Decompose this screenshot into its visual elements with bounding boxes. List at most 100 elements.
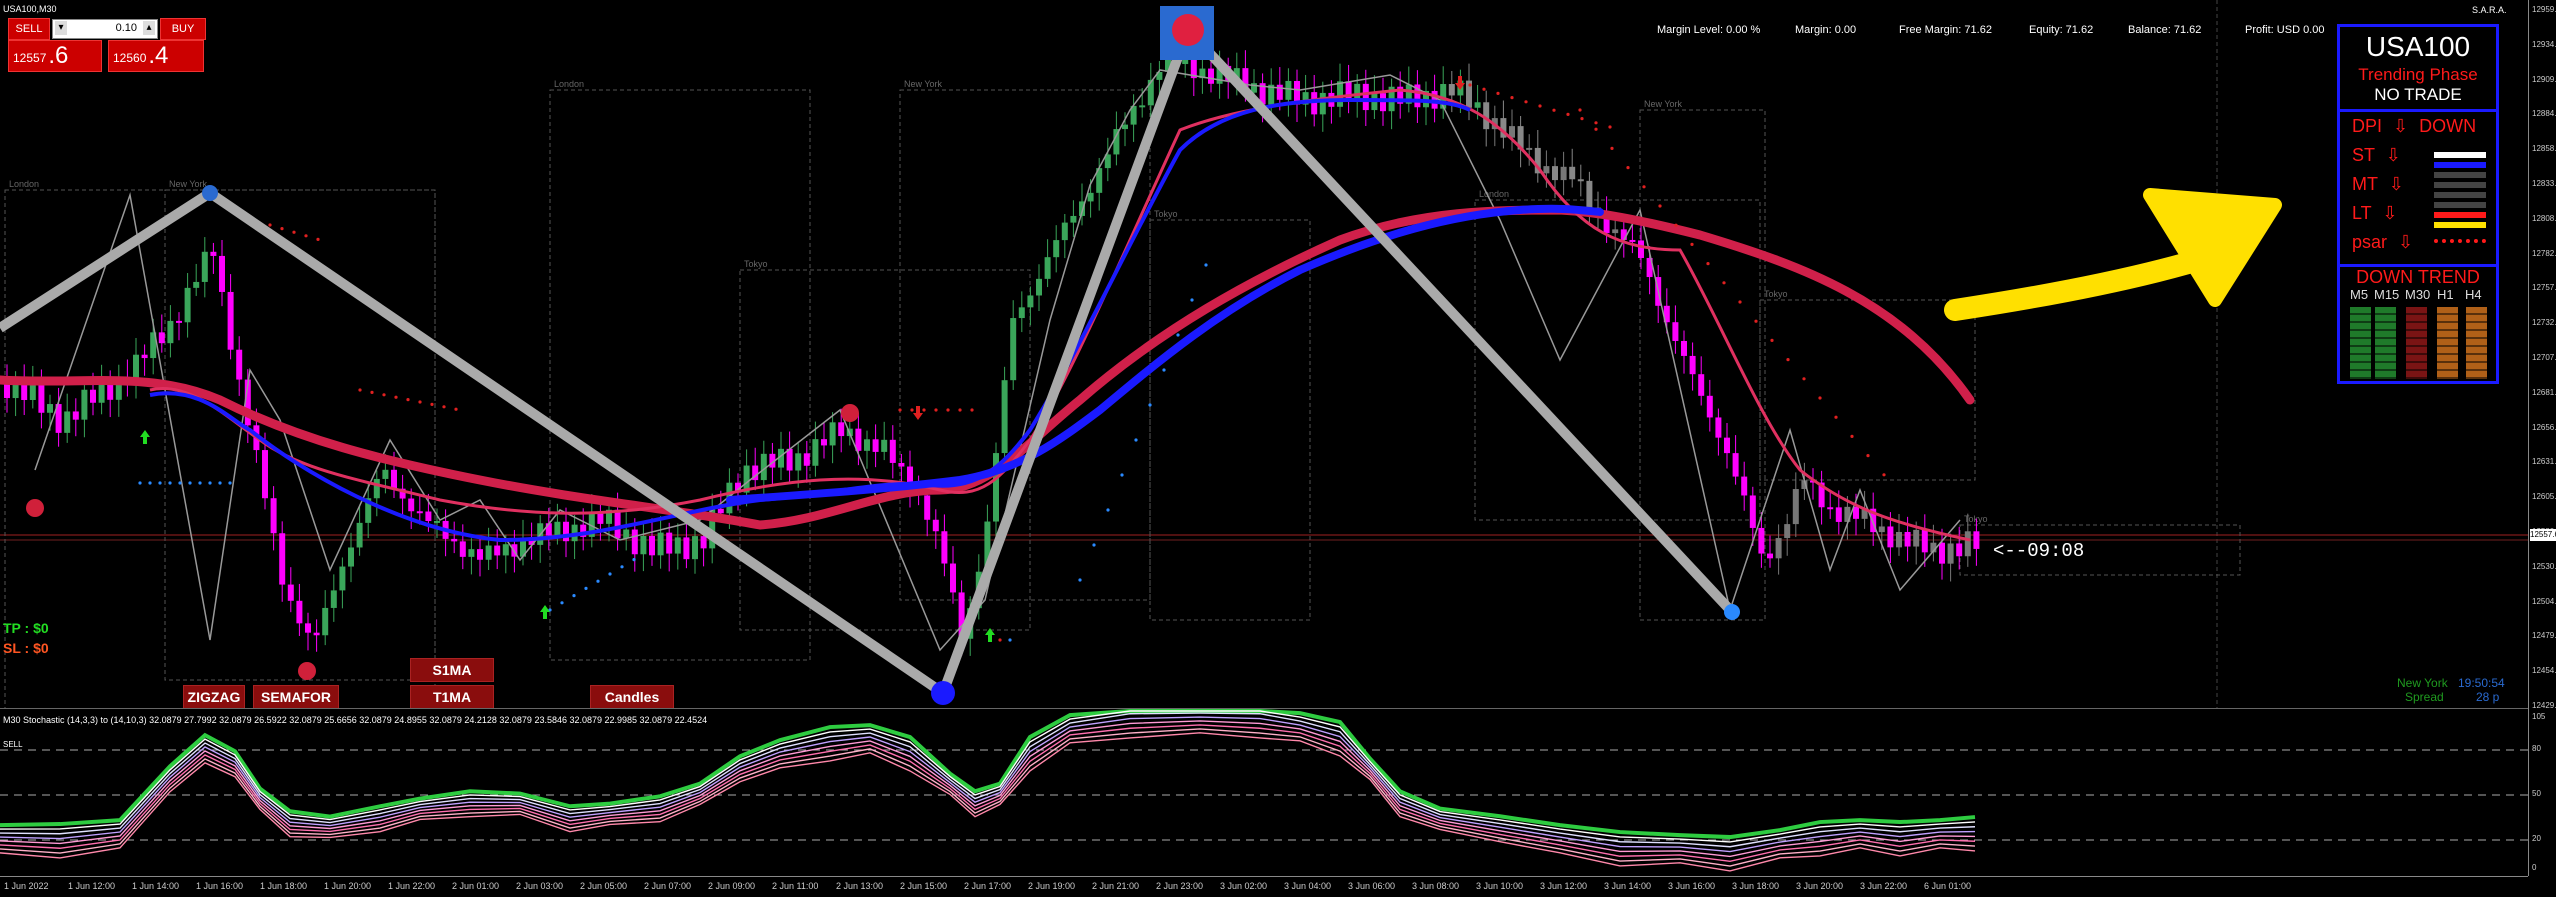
candle-body — [1337, 81, 1343, 107]
lot-decrease-icon[interactable]: ▾ — [55, 21, 67, 35]
candle-body — [950, 563, 956, 593]
sell-price-button[interactable]: 12557 .6 — [8, 40, 102, 72]
free-margin: Free Margin: 71.62 — [1899, 24, 1992, 36]
sara-dashboard: USA100 Trending Phase NO TRADE DPI ⇩ DOW… — [2337, 24, 2499, 384]
candle-body — [657, 532, 664, 556]
dpi-label: DPI — [2352, 116, 2383, 136]
time-tick-label: 3 Jun 18:00 — [1732, 881, 1780, 891]
buy-button-small[interactable]: BUY — [160, 18, 206, 40]
tf-m5-meter — [2350, 307, 2371, 379]
psar-dot — [922, 408, 926, 412]
psar-dot — [1008, 638, 1012, 642]
psar-dot — [1610, 146, 1614, 150]
session-box — [1474, 199, 1761, 521]
psar-dot — [138, 481, 142, 485]
candle-body — [167, 320, 174, 344]
candle-body — [1758, 527, 1765, 554]
lot-size-field[interactable]: ▾ 0.10 ▴ — [52, 19, 158, 39]
candle-body — [554, 521, 561, 536]
down-arrow-icon: ⇩ — [2382, 203, 2398, 223]
price-tick-label: 12605.95 — [2532, 492, 2556, 502]
psar-dot — [394, 395, 398, 399]
psar-dot — [1538, 104, 1542, 108]
row-psar: psar ⇩ — [2352, 232, 2413, 253]
stochastic-canvas[interactable] — [0, 709, 2528, 877]
stochastic-subwindow[interactable]: M30 Stochastic (14,3,3) to (14,10,3) 32.… — [0, 708, 2528, 877]
psar-dot — [316, 237, 320, 241]
price-tick-label: 12454.25 — [2532, 666, 2556, 676]
price-tick-label: 12707.25 — [2532, 353, 2556, 362]
stochastic-line — [0, 709, 1976, 840]
session-box-label: London — [9, 179, 39, 189]
psar-dot — [1106, 508, 1110, 512]
candle-body — [1362, 83, 1369, 111]
candle-body — [1474, 102, 1481, 108]
price-chart-canvas[interactable]: London New York London Tokyo New York Tokyo Lo… — [0, 0, 2528, 708]
session-time: 19:50:54 — [2458, 676, 2505, 690]
zigzag-toggle-button[interactable]: ZIGZAG — [183, 685, 245, 709]
price-chart[interactable]: London New York London Tokyo New York Tokyo Lo… — [0, 0, 2528, 709]
time-tick-label: 2 Jun 05:00 — [580, 881, 628, 891]
indicator-name: S.A.R.A. — [2472, 5, 2507, 15]
mt-swatch-3 — [2434, 192, 2486, 198]
candle-body — [1612, 229, 1619, 234]
psar-dot — [1176, 333, 1180, 337]
price-axis[interactable]: 12959.75 12934.55 12909.35 12884.15 12858.95… — [2528, 0, 2556, 876]
candle-body — [1706, 395, 1713, 418]
stochastic-level-label: 0 — [2532, 863, 2537, 872]
st-swatch-blue — [2434, 162, 2486, 168]
st-label: ST — [2352, 145, 2375, 165]
candle-body — [184, 287, 191, 323]
psar-dot — [1608, 125, 1612, 129]
s1ma-toggle-button[interactable]: S1MA — [410, 658, 494, 682]
semafor-toggle-button[interactable]: SEMAFOR — [253, 685, 339, 709]
candle-body — [1921, 529, 1928, 553]
stochastic-level-label: 80 — [2532, 744, 2541, 753]
time-tick-label: 2 Jun 13:00 — [836, 881, 884, 891]
candle-body — [941, 531, 948, 564]
buy-arrow-icon — [140, 430, 150, 444]
candle-body — [631, 529, 638, 555]
time-axis[interactable]: 1 Jun 2022 1 Jun 12:00 1 Jun 14:00 1 Jun 16… — [0, 876, 2528, 897]
buy-price-pips: .4 — [148, 42, 169, 69]
candle-body — [356, 522, 363, 548]
psar-dot — [1626, 166, 1630, 170]
sell-button-small[interactable]: SELL — [8, 18, 50, 40]
candle-body — [1087, 192, 1094, 202]
psar-dot — [158, 481, 162, 485]
psar-dot — [572, 594, 576, 598]
price-tick-label: 12479.45 — [2532, 631, 2556, 641]
psar-dot — [1594, 121, 1598, 125]
candle-body — [829, 422, 836, 446]
psar-dot — [218, 481, 222, 485]
psar-dot — [1850, 434, 1854, 438]
candles-toggle-button[interactable]: Candles — [590, 685, 674, 709]
psar-dot — [560, 601, 564, 605]
sell-price-pips: .6 — [48, 42, 69, 69]
down-arrow-icon: ⇩ — [2398, 232, 2414, 252]
buy-price-main: 12560 — [113, 51, 147, 65]
tf-m15-meter — [2375, 307, 2396, 379]
price-tick-label: 12681.55 — [2532, 387, 2556, 397]
lot-increase-icon[interactable]: ▴ — [143, 21, 155, 35]
candle-body — [812, 439, 819, 466]
candle-body — [434, 520, 440, 523]
t1ma-toggle-button[interactable]: T1MA — [410, 685, 494, 709]
psar-dot — [1690, 242, 1694, 246]
candle-body — [322, 607, 329, 636]
row-lt: LT ⇩ — [2352, 203, 2397, 224]
psar-dot — [418, 400, 422, 404]
candle-body — [1672, 322, 1679, 341]
tf-h4: H4 — [2465, 287, 2482, 302]
buy-price-button[interactable]: 12560 .4 — [108, 40, 204, 72]
stochastic-line — [0, 724, 1976, 862]
candle-body — [1319, 92, 1326, 115]
candle-body — [1139, 105, 1146, 108]
mt-swatch-2 — [2434, 182, 2486, 188]
psar-dot — [1468, 83, 1472, 87]
candle-body — [1681, 340, 1687, 356]
candle-body — [47, 404, 53, 413]
psar-dot — [168, 481, 172, 485]
price-tick-label: 12808.55 — [2532, 213, 2556, 223]
psar-dot — [620, 565, 624, 569]
